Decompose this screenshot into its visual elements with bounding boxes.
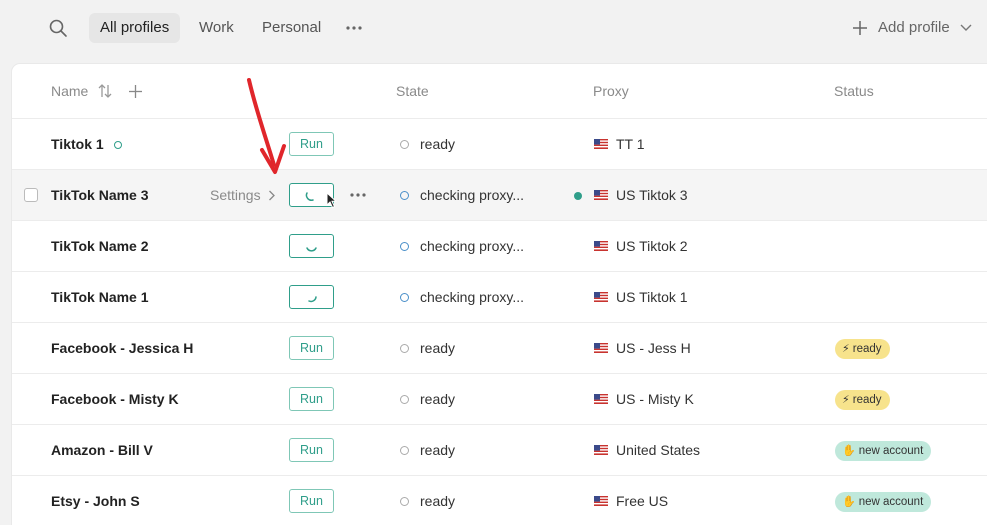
spinner-icon	[305, 192, 314, 201]
state-text: checking proxy...	[420, 238, 525, 254]
us-flag-icon	[594, 139, 608, 149]
lightning-icon: ⚡	[842, 394, 850, 406]
status-badge-label: ready	[852, 394, 882, 406]
status-badge-label: ready	[852, 343, 882, 355]
profile-name[interactable]: Facebook - Jessica H	[51, 340, 193, 356]
table-row[interactable]: TikTok Name 3 Settings checking proxy...…	[12, 170, 987, 221]
spinner-icon	[308, 296, 317, 303]
proxy-name[interactable]: US Tiktok 1	[616, 289, 688, 305]
state-text: checking proxy...	[420, 289, 525, 305]
profile-name[interactable]: Tiktok 1	[51, 136, 104, 152]
state-indicator	[400, 344, 409, 353]
state-indicator	[400, 293, 409, 302]
run-button[interactable]: Run	[289, 132, 334, 156]
table-header: Name State Proxy Status	[12, 64, 987, 119]
proxy-name[interactable]: US Tiktok 2	[616, 238, 688, 254]
sort-icon[interactable]	[98, 83, 112, 99]
state-text: ready	[420, 391, 456, 407]
column-header-state[interactable]: State	[396, 83, 429, 99]
add-profile-button[interactable]: Add profile	[852, 13, 972, 43]
run-button-loading[interactable]	[289, 285, 334, 309]
spinner-icon	[306, 247, 317, 252]
us-flag-icon	[594, 241, 608, 251]
row-more-icon[interactable]	[349, 188, 367, 202]
us-flag-icon	[594, 190, 608, 200]
state-text: checking proxy...	[420, 187, 525, 203]
status-badge[interactable]: ✋ new account	[835, 441, 932, 461]
run-button-loading[interactable]	[289, 234, 334, 258]
us-flag-icon	[594, 292, 608, 302]
online-indicator	[114, 141, 122, 149]
hand-icon: ✋	[842, 496, 856, 508]
search-icon[interactable]	[48, 18, 68, 38]
proxy-name[interactable]: US Tiktok 3	[616, 187, 688, 203]
status-badge[interactable]: ⚡ ready	[835, 339, 890, 359]
profile-name[interactable]: Amazon - Bill V	[51, 442, 153, 458]
profiles-table: Name State Proxy Status Tiktok 1 Run rea…	[12, 64, 987, 525]
profile-name[interactable]: Facebook - Misty K	[51, 391, 179, 407]
add-column-icon[interactable]	[128, 84, 143, 99]
state-indicator	[400, 395, 409, 404]
table-row[interactable]: Facebook - Jessica H Run ready US - Jess…	[12, 323, 987, 374]
lightning-icon: ⚡	[842, 343, 850, 355]
table-row[interactable]: Etsy - John S Run ready Free US ✋ new acc…	[12, 476, 987, 525]
proxy-name[interactable]: Free US	[616, 493, 668, 509]
status-badge[interactable]: ⚡ ready	[835, 390, 890, 410]
proxy-name[interactable]: TT 1	[616, 136, 645, 152]
state-indicator	[400, 191, 409, 200]
settings-label: Settings	[210, 187, 261, 203]
mouse-cursor-icon	[326, 192, 338, 209]
run-button[interactable]: Run	[289, 336, 334, 360]
proxy-name[interactable]: United States	[616, 442, 700, 458]
profile-name[interactable]: TikTok Name 1	[51, 289, 149, 305]
tab-personal[interactable]: Personal	[251, 13, 332, 43]
profile-name[interactable]: TikTok Name 2	[51, 238, 149, 254]
run-button[interactable]: Run	[289, 387, 334, 411]
chevron-right-icon	[268, 190, 275, 201]
table-row[interactable]: TikTok Name 1 checking proxy... US Tikto…	[12, 272, 987, 323]
settings-link[interactable]: Settings	[210, 187, 276, 203]
status-badge-label: new account	[858, 445, 924, 457]
proxy-name[interactable]: US - Jess H	[616, 340, 691, 356]
table-row[interactable]: Facebook - Misty K Run ready US - Misty …	[12, 374, 987, 425]
us-flag-icon	[594, 394, 608, 404]
hand-icon: ✋	[842, 445, 856, 457]
add-profile-label: Add profile	[878, 19, 950, 36]
state-indicator	[400, 140, 409, 149]
state-indicator	[400, 497, 409, 506]
us-flag-icon	[594, 343, 608, 353]
us-flag-icon	[594, 496, 608, 506]
column-header-proxy[interactable]: Proxy	[593, 83, 629, 99]
run-button[interactable]: Run	[289, 438, 334, 462]
table-row[interactable]: Amazon - Bill V Run ready United States …	[12, 425, 987, 476]
run-button[interactable]: Run	[289, 489, 334, 513]
state-text: ready	[420, 340, 456, 356]
status-badge-label: new account	[858, 496, 924, 508]
tab-all-profiles[interactable]: All profiles	[89, 13, 181, 43]
state-text: ready	[420, 442, 456, 458]
row-checkbox[interactable]	[24, 188, 38, 202]
state-text: ready	[420, 493, 456, 509]
top-toolbar: All profiles Work Personal Add profile	[0, 0, 987, 56]
column-header-name[interactable]: Name	[51, 83, 88, 99]
proxy-name[interactable]: US - Misty K	[616, 391, 694, 407]
state-indicator	[400, 242, 409, 251]
table-row[interactable]: TikTok Name 2 checking proxy... US Tikto…	[12, 221, 987, 272]
profile-name[interactable]: Etsy - John S	[51, 493, 140, 509]
proxy-live-indicator	[574, 192, 582, 200]
profile-name[interactable]: TikTok Name 3	[51, 187, 149, 203]
tab-work[interactable]: Work	[188, 13, 245, 43]
table-row[interactable]: Tiktok 1 Run ready TT 1	[12, 119, 987, 170]
more-tabs-icon[interactable]	[344, 18, 364, 38]
column-header-status[interactable]: Status	[834, 83, 874, 99]
us-flag-icon	[594, 445, 608, 455]
state-text: ready	[420, 136, 456, 152]
status-badge[interactable]: ✋ new account	[835, 492, 932, 512]
chevron-down-icon[interactable]	[960, 23, 972, 33]
plus-icon	[853, 21, 867, 35]
state-indicator	[400, 446, 409, 455]
